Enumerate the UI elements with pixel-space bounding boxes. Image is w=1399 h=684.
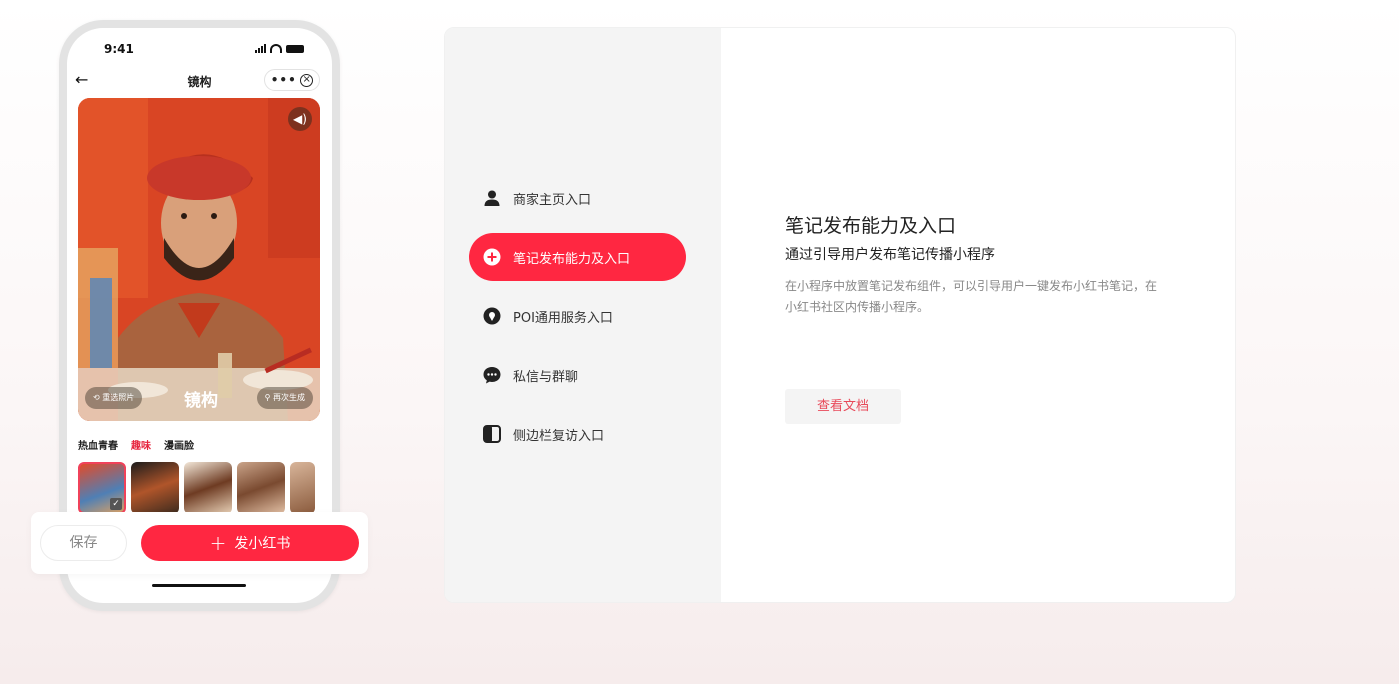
style-tab-fun[interactable]: 趣味 xyxy=(131,437,151,452)
location-pin-icon xyxy=(483,307,501,325)
style-tab-comic-face[interactable]: 漫画脸 xyxy=(164,437,194,452)
feature-menu: 商家主页入口 笔记发布能力及入口 POI通用服务入口 私信与群聊 侧边栏复访入口 xyxy=(469,174,686,469)
menu-item-note-publishing[interactable]: 笔记发布能力及入口 xyxy=(469,233,686,281)
menu-item-poi-service[interactable]: POI通用服务入口 xyxy=(469,292,686,340)
style-thumbnail[interactable] xyxy=(237,462,285,514)
sidebar-toggle-icon xyxy=(483,425,501,443)
capsule-menu: ••• × xyxy=(264,69,320,91)
style-tab-hot-youth[interactable]: 热血青春 xyxy=(78,437,118,452)
close-icon[interactable]: × xyxy=(300,73,314,87)
style-thumbnails: ✓ xyxy=(78,462,315,514)
publish-action-bar: 保存 + 发小红书 xyxy=(31,512,368,574)
feature-subtitle: 通过引导用户发布笔记传播小程序 xyxy=(785,247,995,263)
sound-icon[interactable]: ◀) xyxy=(288,107,312,131)
mini-program-navbar: ← 镜构 ••• × xyxy=(67,69,332,94)
style-thumbnail[interactable] xyxy=(290,462,315,514)
plus-circle-icon xyxy=(483,248,501,266)
style-thumbnail[interactable] xyxy=(184,462,232,514)
status-bar: 9:41 xyxy=(67,42,332,58)
menu-item-label: 笔记发布能力及入口 xyxy=(513,251,631,267)
menu-item-sidebar-revisit[interactable]: 侧边栏复访入口 xyxy=(469,410,686,458)
style-thumbnail[interactable]: ✓ xyxy=(78,462,126,514)
feature-sidebar: 商家主页入口 笔记发布能力及入口 POI通用服务入口 私信与群聊 侧边栏复访入口 xyxy=(445,28,721,602)
wifi-icon xyxy=(270,44,282,53)
plus-icon: + xyxy=(209,531,227,555)
menu-item-label: POI通用服务入口 xyxy=(513,310,613,326)
style-thumbnail[interactable] xyxy=(131,462,179,514)
generated-portrait-image: ◀) ⟲ 重选照片 镜构 ⚲ 再次生成 xyxy=(78,98,320,421)
feature-description: 在小程序中放置笔记发布组件，可以引导用户一键发布小红书笔记，在小红书社区内传播小… xyxy=(785,279,1158,314)
regenerate-button[interactable]: ⚲ 再次生成 xyxy=(256,387,313,409)
app-watermark-logo: 镜构 xyxy=(184,391,218,411)
menu-item-label: 侧边栏复访入口 xyxy=(513,428,605,444)
menu-item-merchant-homepage[interactable]: 商家主页入口 xyxy=(469,174,686,222)
home-indicator xyxy=(152,584,246,587)
check-icon: ✓ xyxy=(110,498,122,510)
more-icon[interactable]: ••• xyxy=(271,73,297,87)
feature-title: 笔记发布能力及入口 xyxy=(785,215,957,237)
menu-item-label: 私信与群聊 xyxy=(513,369,579,385)
user-icon xyxy=(483,189,501,207)
portrait-illustration xyxy=(78,98,320,421)
post-button-label: 发小红书 xyxy=(234,536,291,552)
menu-item-label: 商家主页入口 xyxy=(513,192,592,208)
reselect-photo-button[interactable]: ⟲ 重选照片 xyxy=(85,387,143,409)
post-to-xiaohongshu-button[interactable]: + 发小红书 xyxy=(141,525,359,561)
menu-item-private-messages[interactable]: 私信与群聊 xyxy=(469,351,686,399)
status-time: 9:41 xyxy=(104,42,134,56)
feature-panel: 商家主页入口 笔记发布能力及入口 POI通用服务入口 私信与群聊 侧边栏复访入口… xyxy=(444,27,1236,603)
status-icons xyxy=(255,44,304,53)
style-tabs: 热血青春 趣味 漫画脸 xyxy=(78,437,194,452)
save-button[interactable]: 保存 xyxy=(40,525,127,561)
battery-icon xyxy=(286,44,304,53)
chat-bubble-icon xyxy=(483,366,501,384)
feature-detail: 笔记发布能力及入口 通过引导用户发布笔记传播小程序 在小程序中放置笔记发布组件，… xyxy=(785,211,1185,318)
signal-icon xyxy=(255,44,266,53)
view-docs-button[interactable]: 查看文档 xyxy=(785,389,901,424)
